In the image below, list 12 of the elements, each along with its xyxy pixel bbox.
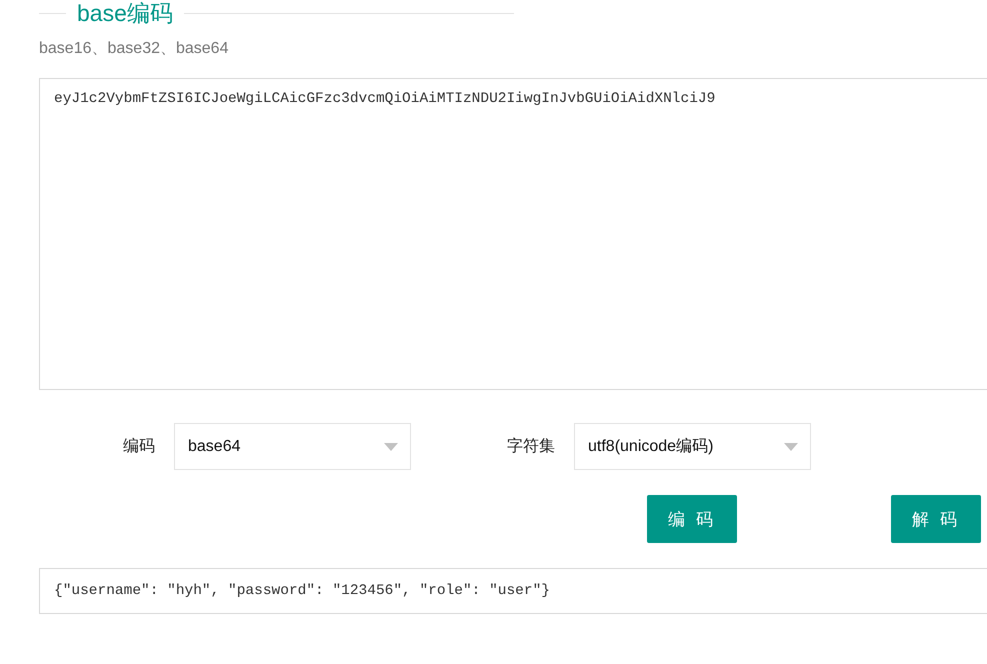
- field-label: 编码: [123, 436, 155, 457]
- decode-button[interactable]: 解 码: [891, 495, 981, 543]
- field-label: 字符集: [507, 436, 555, 457]
- section-subtitle: base16、base32、base64: [39, 39, 230, 59]
- select-dropdown[interactable]: base64: [174, 423, 411, 470]
- input-textarea[interactable]: eyJ1c2VybmFtZSI6ICJoeWgiLCAicGFzc3dvcmQiOiAiMTIzNDU2IiwgInJvbGUiOiAidXNlciJ9: [39, 78, 987, 390]
- caret-icon: [784, 442, 798, 450]
- encode-button[interactable]: 编 码: [647, 495, 737, 543]
- caret-icon: [384, 442, 398, 450]
- section-title: base编码: [76, 0, 174, 26]
- select-dropdown[interactable]: utf8(unicode编码): [574, 423, 811, 470]
- output-field[interactable]: {"username": "hyh", "password": "123456", "role": "user"}: [39, 568, 987, 614]
